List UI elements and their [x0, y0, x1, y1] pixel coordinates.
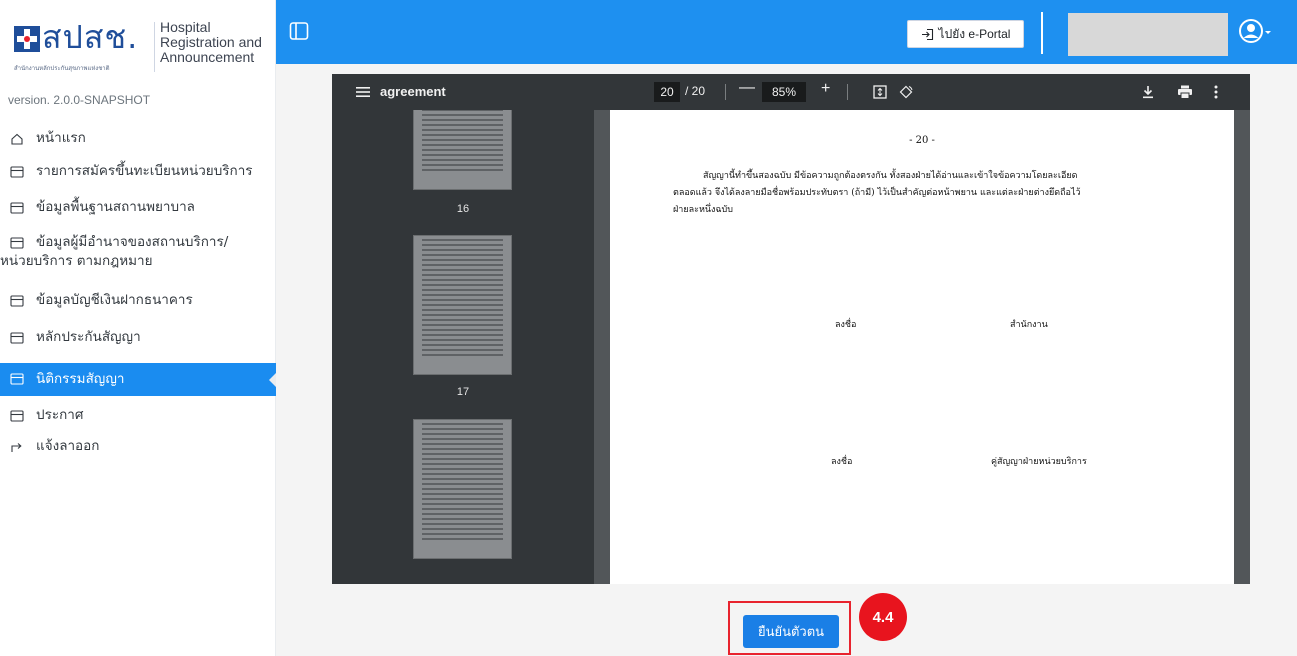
- document-title: agreement: [380, 84, 446, 99]
- sidebar-item-contract-guarantee[interactable]: หลักประกันสัญญา: [0, 328, 276, 363]
- signature-party: คู่สัญญาฝ่ายหน่วยบริการ: [991, 457, 1087, 467]
- paragraph-line-2: ตลอดแล้ว จึงได้ลงลายมือชื่อพร้อมประทับตร…: [673, 188, 1081, 198]
- user-account-menu-icon[interactable]: [1238, 18, 1272, 46]
- list-icon: [10, 332, 24, 344]
- fit-page-icon[interactable]: [873, 85, 887, 99]
- list-icon: [10, 202, 24, 214]
- page-number-input[interactable]: 20: [654, 82, 680, 102]
- brand-logo[interactable]: สปสช. สำนักงานหลักประกันสุขภาพแห่งชาติ H…: [14, 12, 269, 82]
- signature-label: ลงชื่อ: [831, 457, 853, 467]
- page-canvas: - 20 - สัญญานี้ทำขึ้นสองฉบับ มีข้อความถู…: [594, 110, 1250, 584]
- brand-line-1: Hospital: [160, 19, 211, 35]
- logout-icon: [11, 443, 22, 452]
- page-total: / 20: [685, 84, 706, 98]
- sidebar-nav: หน้าแรก รายการสมัครขึ้นทะเบียนหน่วยบริกา…: [0, 129, 277, 466]
- agreement-paragraph: สัญญานี้ทำขึ้นสองฉบับ มีข้อความถูกต้องตร…: [673, 168, 1178, 219]
- page-number-heading: - 20 -: [909, 135, 935, 146]
- zoom-out-button[interactable]: —: [739, 79, 755, 97]
- nhso-logo: สปสช. สำนักงานหลักประกันสุขภาพแห่งชาติ: [14, 12, 154, 72]
- top-bar: ไปยัง e-Portal: [276, 0, 1297, 64]
- sidebar-item-label-line2: หน่วยบริการ ตามกฎหมาย: [0, 253, 153, 269]
- pdf-page: - 20 - สัญญานี้ทำขึ้นสองฉบับ มีข้อความถู…: [610, 110, 1234, 584]
- sidebar-item-authorized-persons[interactable]: ข้อมูลผู้มีอำนาจของสถานบริการ/ หน่วยบริก…: [0, 233, 276, 291]
- sidebar-item-label: หน้าแรก: [36, 130, 86, 146]
- download-icon[interactable]: [1141, 85, 1155, 99]
- sidebar: สปสช. สำนักงานหลักประกันสุขภาพแห่งชาติ H…: [0, 0, 277, 656]
- sidebar-item-label: ประกาศ: [36, 407, 84, 423]
- signature-label: ลงชื่อ: [835, 320, 857, 330]
- thumbnail-page-label: 17: [456, 386, 470, 398]
- thumbnail-page-label: 16: [456, 203, 470, 215]
- sidebar-item-label: นิติกรรมสัญญา: [36, 371, 125, 387]
- eportal-button-label: ไปยัง e-Portal: [938, 26, 1011, 41]
- sidebar-item-home[interactable]: หน้าแรก: [0, 129, 276, 162]
- eportal-button[interactable]: ไปยัง e-Portal: [907, 20, 1024, 48]
- sidebar-item-label: หลักประกันสัญญา: [36, 329, 141, 345]
- step-badge: 4.4: [859, 593, 907, 641]
- page-thumbnail[interactable]: [413, 110, 512, 190]
- user-info-placeholder: [1068, 13, 1228, 56]
- sidebar-toggle-icon[interactable]: [289, 21, 309, 41]
- topbar-divider: [1041, 12, 1043, 54]
- toolbar-divider: [725, 84, 726, 100]
- sidebar-item-resign[interactable]: แจ้งลาออก: [0, 433, 276, 466]
- medical-cross-icon: [14, 26, 40, 52]
- sidebar-item-label: รายการสมัครขึ้นทะเบียนหน่วยบริการ: [36, 163, 253, 179]
- print-icon[interactable]: [1177, 85, 1193, 99]
- logo-thai-subtitle: สำนักงานหลักประกันสุขภาพแห่งชาติ: [14, 65, 110, 72]
- sidebar-item-label: ข้อมูลผู้มีอำนาจของสถานบริการ/: [36, 234, 229, 250]
- list-icon: [10, 237, 24, 249]
- toolbar-divider: [847, 84, 848, 100]
- menu-icon[interactable]: [356, 85, 370, 99]
- more-options-icon[interactable]: [1214, 85, 1218, 99]
- confirm-identity-button[interactable]: ยืนยันตัวตน: [743, 615, 839, 648]
- sidebar-item-bank-account[interactable]: ข้อมูลบัญชีเงินฝากธนาคาร: [0, 291, 276, 328]
- sign-in-icon: [921, 28, 933, 40]
- brand-title: Hospital Registration and Announcement: [160, 20, 262, 65]
- sidebar-item-registration-list[interactable]: รายการสมัครขึ้นทะเบียนหน่วยบริการ: [0, 162, 276, 198]
- brand-line-3: Announcement: [160, 49, 255, 65]
- paragraph-line-1: สัญญานี้ทำขึ้นสองฉบับ มีข้อความถูกต้องตร…: [703, 171, 1078, 181]
- page-thumbnail[interactable]: [413, 235, 512, 375]
- logo-divider: [154, 22, 155, 72]
- list-icon: [10, 166, 24, 178]
- zoom-level-input[interactable]: 85%: [762, 82, 806, 102]
- thumbnail-panel: 16 17: [332, 110, 594, 584]
- sidebar-item-legal-contract[interactable]: นิติกรรมสัญญา: [0, 363, 277, 396]
- version-label: version. 2.0.0-SNAPSHOT: [8, 93, 151, 107]
- list-icon: [10, 410, 24, 422]
- sidebar-item-label: ข้อมูลพื้นฐานสถานพยาบาล: [36, 199, 195, 215]
- sidebar-item-label: แจ้งลาออก: [36, 438, 100, 454]
- home-icon: [11, 133, 23, 145]
- zoom-in-button[interactable]: +: [821, 80, 830, 98]
- sidebar-item-announcement[interactable]: ประกาศ: [0, 396, 276, 433]
- confirm-button-highlight: ยืนยันตัวตน: [728, 601, 851, 655]
- page-thumbnail[interactable]: [413, 419, 512, 559]
- pdf-viewer: agreement 20 / 20 — 85% + 16 17 - 20 - ส…: [332, 74, 1250, 584]
- paragraph-line-3: ฝ่ายละหนึ่งฉบับ: [673, 205, 733, 215]
- sidebar-item-hospital-info[interactable]: ข้อมูลพื้นฐานสถานพยาบาล: [0, 198, 276, 233]
- signature-party: สำนักงาน: [1010, 320, 1048, 330]
- brand-line-2: Registration and: [160, 34, 262, 50]
- logo-thai-text: สปสช.: [42, 18, 139, 56]
- rotate-icon[interactable]: [899, 85, 913, 99]
- list-icon: [10, 373, 24, 385]
- main-content: agreement 20 / 20 — 85% + 16 17 - 20 - ส…: [276, 64, 1297, 656]
- sidebar-item-label: ข้อมูลบัญชีเงินฝากธนาคาร: [36, 292, 193, 308]
- pdf-toolbar: agreement 20 / 20 — 85% +: [332, 74, 1250, 110]
- list-icon: [10, 295, 24, 307]
